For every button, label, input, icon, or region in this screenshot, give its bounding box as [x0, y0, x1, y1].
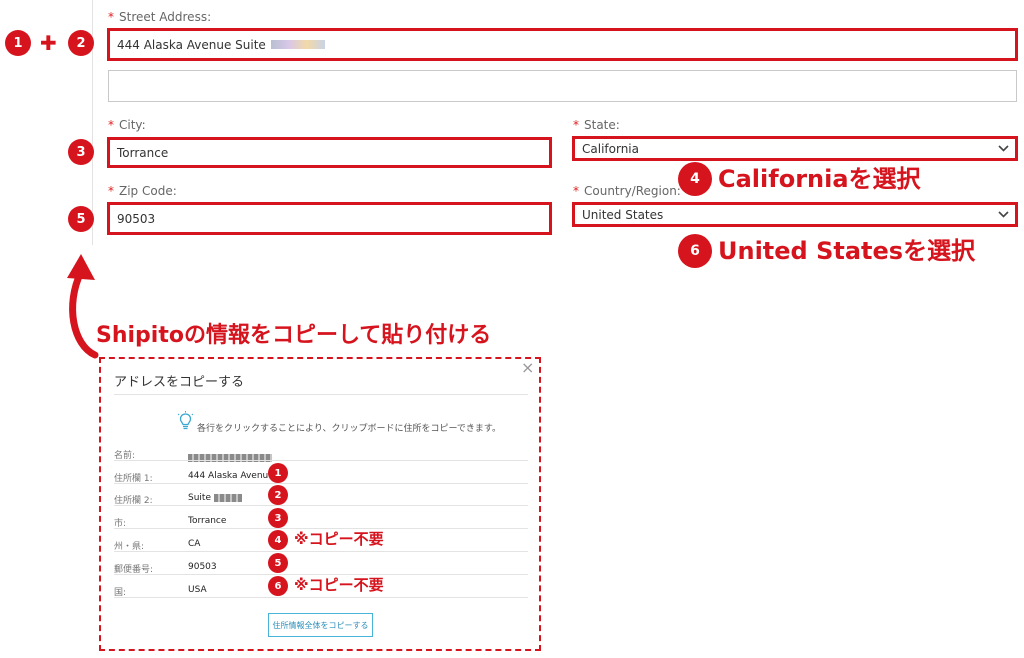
city-label: * City:: [108, 118, 146, 132]
copy-paste-instruction: Shipitoの情報をコピーして貼り付ける: [96, 323, 492, 348]
redacted-name[interactable]: [188, 447, 272, 466]
street-address-label: * Street Address:: [108, 10, 212, 24]
street-address-input[interactable]: 444 Alaska Avenue Suite: [107, 28, 1018, 61]
row-badge-6: 6: [268, 576, 288, 596]
dialog-header-divider: [114, 394, 528, 395]
step-badge-3: 3: [68, 139, 94, 165]
step-badge-1: 1: [5, 30, 31, 56]
zip-code-label: * Zip Code:: [108, 184, 177, 198]
street-address-line2-input[interactable]: [108, 70, 1017, 102]
step-badge-6: 6: [678, 234, 712, 268]
row-value-address1[interactable]: 444 Alaska Avenue: [188, 471, 274, 481]
row-badge-2: 2: [268, 485, 288, 505]
row-badge-1: 1: [268, 463, 288, 483]
lightbulb-icon: [177, 411, 194, 430]
row-value-state[interactable]: CA: [188, 539, 200, 549]
chevron-down-icon: [998, 145, 1009, 152]
step-badge-5: 5: [68, 206, 94, 232]
zip-code-value: 90503: [117, 211, 156, 226]
dialog-title: アドレスをコピーする: [114, 375, 245, 390]
no-copy-note-state: ※コピー不要: [294, 530, 384, 548]
row-divider: [114, 460, 528, 461]
plus-icon: ✚: [40, 31, 57, 55]
row-badge-3: 3: [268, 508, 288, 528]
zip-code-input[interactable]: 90503: [107, 202, 552, 235]
copy-address-dialog: [99, 357, 541, 651]
step-badge-2: 2: [68, 30, 94, 56]
dialog-hint: 各行をクリックすることにより、クリップボードに住所をコピーできます。: [197, 424, 502, 434]
city-input[interactable]: Torrance: [107, 137, 552, 168]
country-value: United States: [582, 207, 664, 222]
copy-all-address-button[interactable]: 住所情報全体をコピーする: [268, 613, 373, 637]
row-value-city[interactable]: Torrance: [188, 516, 226, 526]
state-label: * State:: [573, 118, 620, 132]
row-value-address2[interactable]: Suite: [188, 493, 242, 503]
close-icon[interactable]: ×: [521, 358, 534, 377]
city-value: Torrance: [117, 145, 169, 160]
select-united-states-note: United Statesを選択: [718, 237, 976, 265]
row-value-country[interactable]: USA: [188, 585, 207, 595]
chevron-down-icon: [998, 211, 1009, 218]
country-select[interactable]: United States: [572, 202, 1018, 227]
state-value: California: [582, 141, 639, 156]
row-divider: [114, 483, 528, 484]
row-badge-5: 5: [268, 553, 288, 573]
street-address-value: 444 Alaska Avenue Suite: [117, 37, 266, 52]
select-california-note: Californiaを選択: [718, 165, 921, 193]
state-select[interactable]: California: [572, 136, 1018, 161]
row-value-zip[interactable]: 90503: [188, 562, 217, 572]
country-label: * Country/Region:: [573, 184, 681, 198]
no-copy-note-country: ※コピー不要: [294, 576, 384, 594]
step-badge-4: 4: [678, 162, 712, 196]
row-badge-4: 4: [268, 530, 288, 550]
row-divider: [114, 505, 528, 506]
redacted-suite-number: [270, 40, 325, 49]
row-divider: [114, 597, 528, 598]
row-divider: [114, 551, 528, 552]
